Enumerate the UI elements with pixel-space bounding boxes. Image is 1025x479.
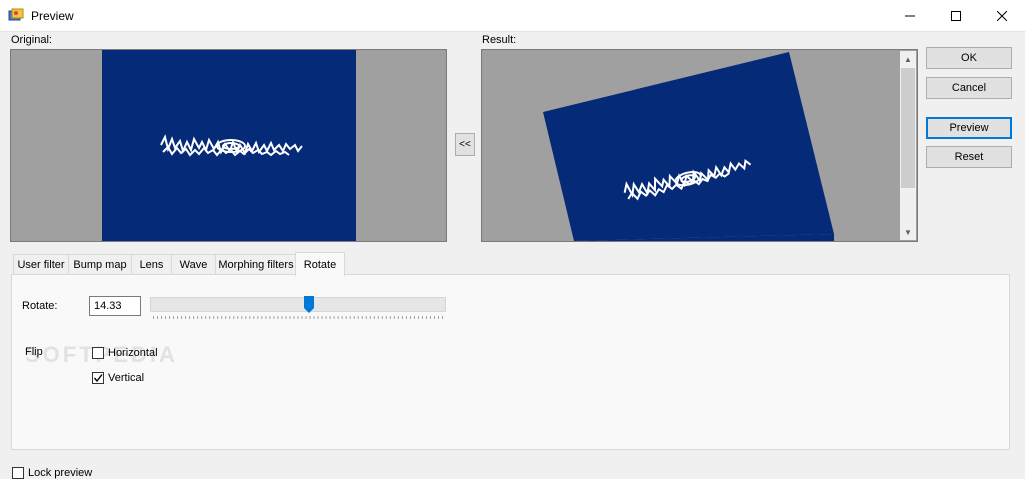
tab-user-filter[interactable]: User filter [13,254,69,275]
result-label: Result: [482,34,517,46]
scroll-down-icon[interactable]: ▼ [900,224,916,240]
close-icon [997,10,1007,21]
minimize-icon [905,15,915,16]
checkmark-icon [93,374,103,383]
app-icon [8,8,24,21]
result-preview [481,49,918,242]
window-title: Preview [31,9,74,23]
original-label: Original: [11,34,52,46]
maximize-icon [951,10,961,21]
tab-morphing-filters[interactable]: Morphing filters [215,254,297,275]
result-image [543,52,834,241]
vertical-checkbox[interactable] [92,372,104,384]
title-bar: Preview [0,0,1025,32]
slider-ticks [153,316,443,319]
vertical-label: Vertical [108,372,145,384]
lock-preview-checkbox[interactable] [12,467,24,479]
original-preview [10,49,447,242]
rotate-slider-thumb[interactable] [304,296,315,313]
ok-button[interactable]: OK [926,47,1012,69]
result-scrollbar[interactable]: ▲ ▼ [900,51,916,240]
rotate-slider-track[interactable] [150,297,446,312]
swap-button[interactable]: << [455,133,475,156]
cancel-button[interactable]: Cancel [926,77,1012,99]
maximize-button[interactable] [933,0,979,31]
scrollbar-thumb[interactable] [901,68,915,188]
preview-button[interactable]: Preview [926,117,1012,139]
reset-button[interactable]: Reset [926,146,1012,168]
minimize-button[interactable] [887,0,933,31]
tab-lens[interactable]: Lens [131,254,172,275]
scroll-up-icon[interactable]: ▲ [900,51,916,67]
original-image [102,50,356,241]
tab-wave[interactable]: Wave [171,254,216,275]
horizontal-label: Horizontal [108,347,158,359]
flip-label: Flip [25,346,43,358]
rotate-value-input[interactable]: 14.33 [89,296,141,316]
rotate-label: Rotate: [22,300,58,312]
tab-rotate[interactable]: Rotate [295,252,345,276]
horizontal-checkbox[interactable] [92,347,104,359]
lock-preview-label: Lock preview [28,467,93,479]
tab-bump-map[interactable]: Bump map [68,254,132,275]
close-button[interactable] [979,0,1025,31]
